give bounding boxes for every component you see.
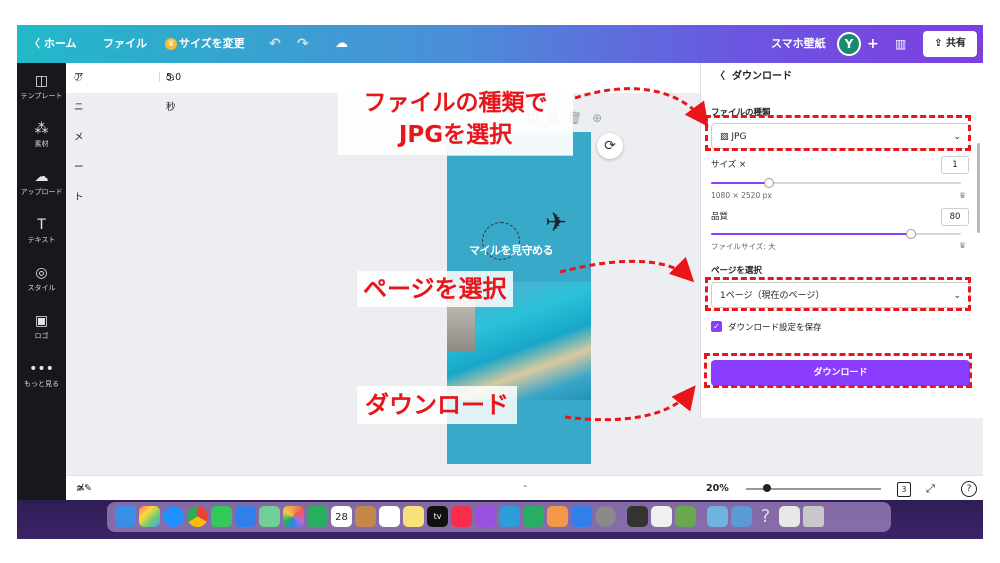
annotation-arrows bbox=[559, 87, 709, 422]
arrow-file-type bbox=[574, 87, 709, 127]
arrow-page bbox=[559, 256, 695, 283]
arrow-download bbox=[564, 385, 696, 422]
